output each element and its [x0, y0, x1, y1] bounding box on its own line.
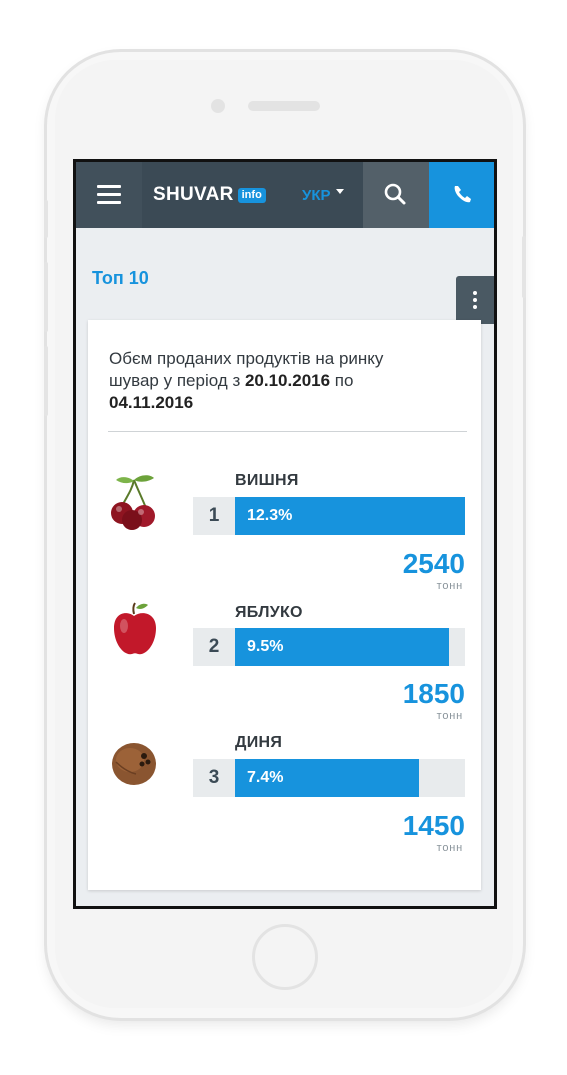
item-name: ДИНЯ — [235, 734, 283, 751]
volume-up-button — [44, 262, 48, 332]
amount-value: 2540 — [402, 548, 465, 579]
rank-badge: 2 — [193, 628, 235, 666]
amount-unit: тонн — [436, 710, 463, 722]
logo[interactable]: SHUVAR info — [153, 183, 266, 207]
amount-unit: тонн — [436, 842, 463, 854]
percent-label: 9.5% — [247, 638, 284, 655]
volume-down-button — [44, 346, 48, 416]
description-connector: по — [330, 371, 354, 390]
divider — [108, 431, 467, 432]
logo-text: SHUVAR — [153, 184, 234, 205]
item-name: ВИШНЯ — [235, 472, 299, 489]
rank-badge: 3 — [193, 759, 235, 797]
amount-unit: тонн — [436, 580, 463, 592]
amount-value: 1850 — [402, 678, 465, 709]
earpiece-speaker — [248, 101, 320, 111]
list-item: ВИШНЯ 1 12.3% 2540 тонн — [88, 462, 481, 592]
call-button[interactable] — [429, 162, 494, 228]
apple-icon — [114, 602, 156, 655]
app-header: SHUVAR info УКР — [76, 162, 494, 228]
percent-bar: 12.3% — [235, 497, 465, 535]
date-from: 20.10.2016 — [244, 371, 331, 390]
front-camera — [211, 99, 225, 113]
language-selector[interactable]: УКР — [302, 184, 344, 206]
home-button[interactable] — [252, 924, 318, 990]
percent-bar: 9.5% — [235, 628, 465, 666]
hamburger-menu-icon[interactable] — [76, 162, 142, 228]
power-button — [522, 236, 526, 298]
phone-icon — [454, 186, 471, 203]
list-item: ДИНЯ 3 7.4% 1450 тонн — [88, 724, 481, 854]
rank-badge: 1 — [193, 497, 235, 535]
percent-label: 7.4% — [247, 769, 284, 786]
percent-label: 12.3% — [247, 507, 293, 524]
melon-icon — [112, 743, 156, 785]
phone-screen: SHUVAR info УКР Топ 10 Обєм проданих про… — [73, 159, 497, 909]
logo-badge: info — [237, 187, 266, 203]
caret-down-icon — [335, 188, 344, 194]
amount-value: 1450 — [402, 810, 465, 841]
date-to: 04.11.2016 — [109, 393, 194, 412]
search-button[interactable] — [363, 162, 429, 228]
search-icon — [384, 183, 406, 205]
more-options-icon[interactable] — [456, 276, 494, 324]
item-name: ЯБЛУКО — [235, 604, 303, 621]
cherry-icon — [111, 475, 155, 530]
section-title: Топ 10 — [92, 268, 149, 288]
list-item: ЯБЛУКО 2 9.5% 1850 тонн — [88, 592, 481, 722]
percent-bar: 7.4% — [235, 759, 465, 797]
top10-card: Обєм проданих продуктів на ринку шувар у… — [88, 320, 481, 890]
mute-switch — [44, 200, 48, 238]
language-label: УКР — [302, 186, 331, 204]
card-description: Обєм проданих продуктів на ринку шувар у… — [109, 348, 429, 414]
